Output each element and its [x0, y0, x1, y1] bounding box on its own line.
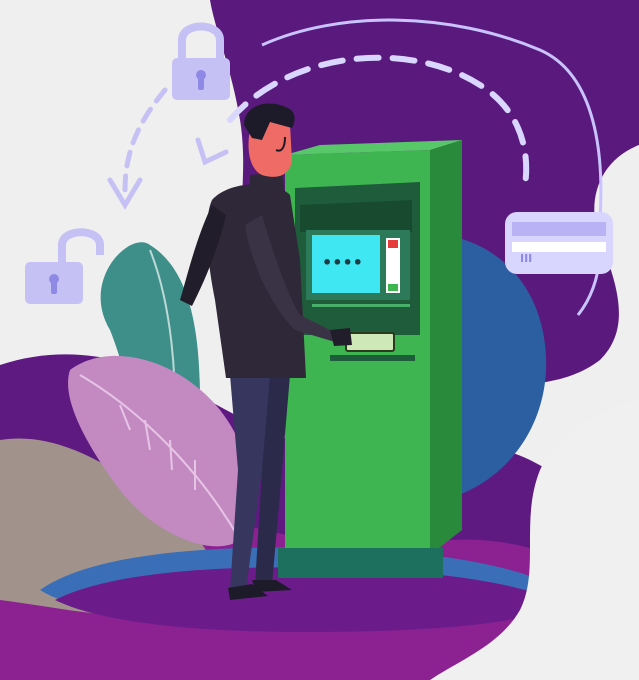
atm-fraud-illustration: III ••••: [0, 0, 639, 680]
atm-machine: ••••: [278, 140, 462, 578]
atm-screen-pin: ••••: [322, 253, 363, 272]
credit-card-icon: III: [505, 212, 613, 274]
svg-text:III: III: [520, 252, 532, 265]
